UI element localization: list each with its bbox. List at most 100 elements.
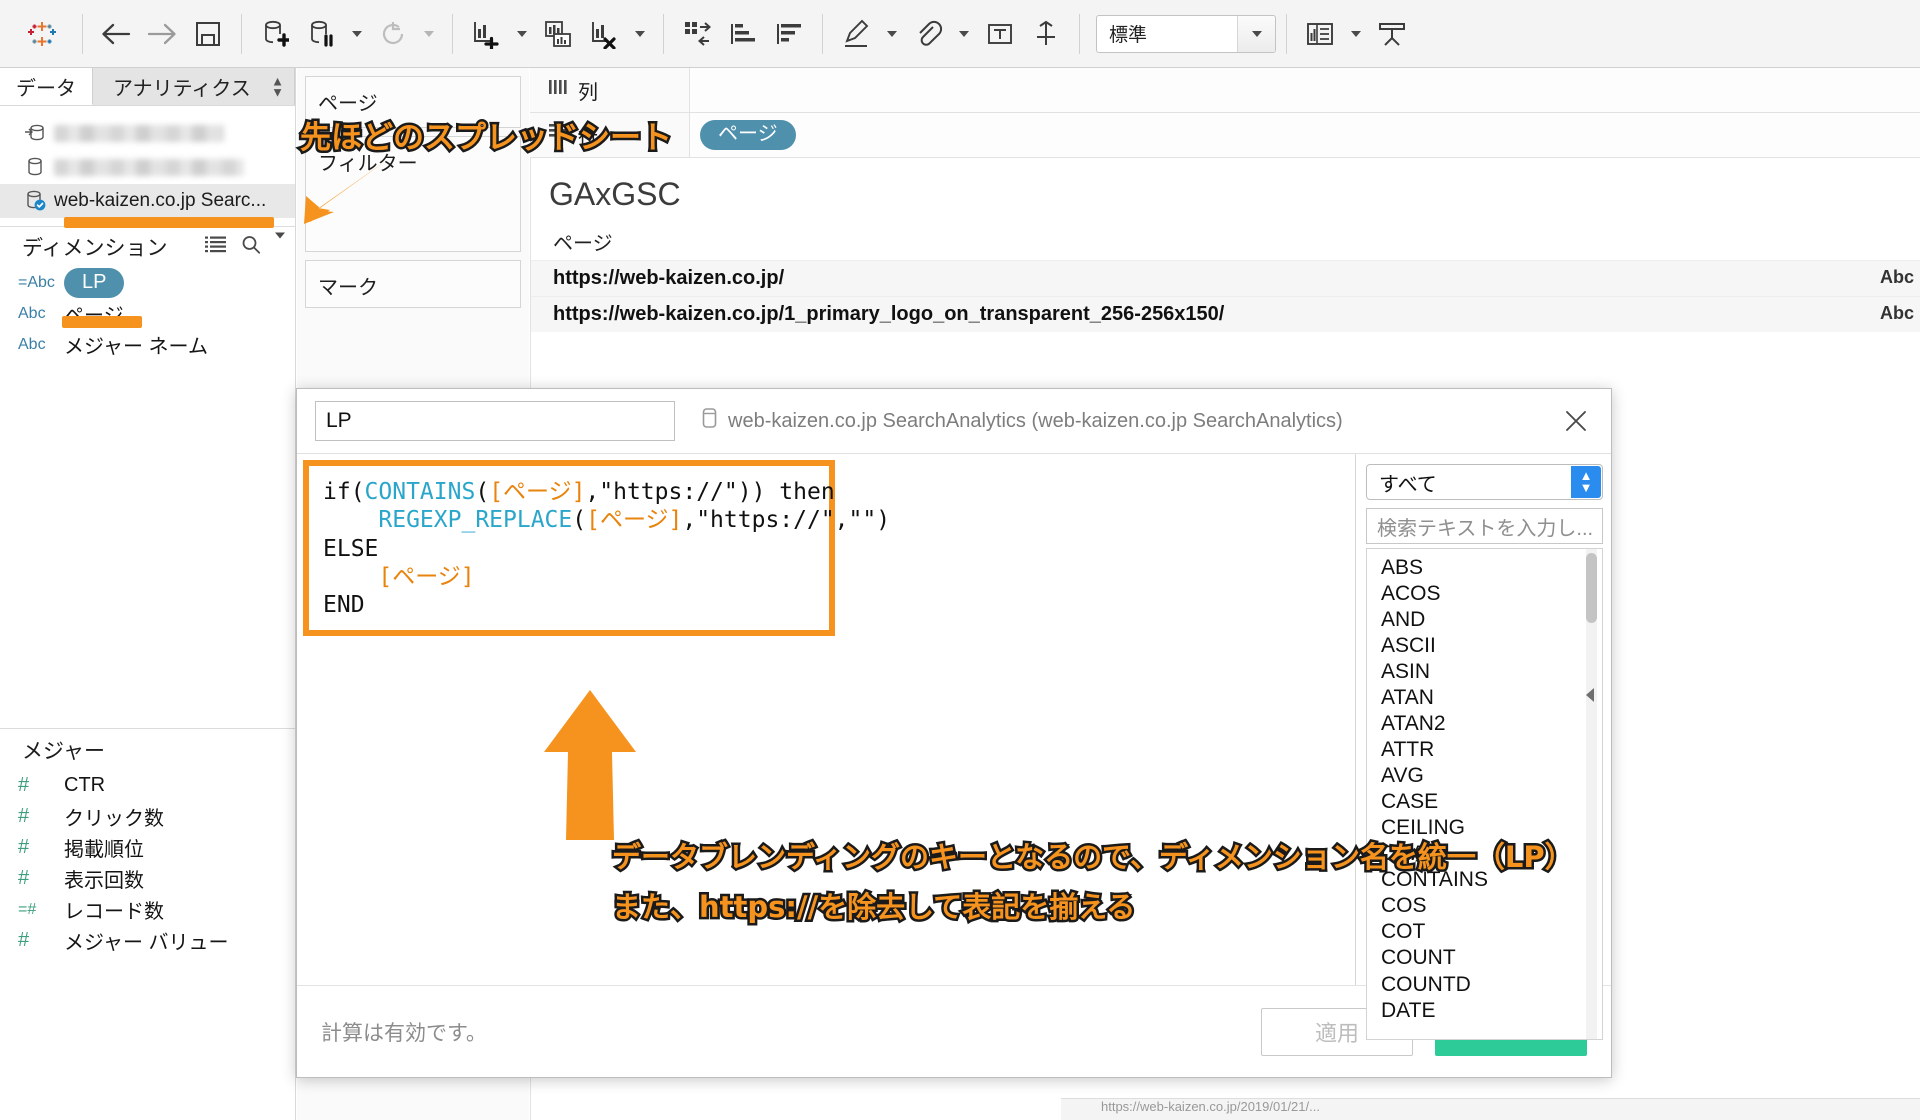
- toolbar-divider: [452, 13, 453, 54]
- function-list-item[interactable]: COS: [1381, 893, 1602, 919]
- show-me-icon[interactable]: [1297, 11, 1343, 57]
- function-list-item[interactable]: CASE: [1381, 789, 1602, 815]
- new-data-source-icon[interactable]: [252, 11, 298, 57]
- chevron-down-icon[interactable]: [1343, 11, 1369, 57]
- group-members-icon[interactable]: [905, 11, 951, 57]
- tab-analytics-label: アナリティクス: [113, 78, 251, 100]
- columns-shelf[interactable]: 列: [530, 68, 1920, 113]
- function-list-item[interactable]: ASIN: [1381, 659, 1602, 685]
- sort-toggle-icon[interactable]: ▲ ▼: [271, 74, 284, 99]
- measure-item-measure-values[interactable]: # メジャー バリュー: [0, 925, 295, 956]
- measure-item-position[interactable]: # 掲載順位: [0, 832, 295, 863]
- duplicate-sheet-icon[interactable]: [535, 11, 581, 57]
- dimension-item-lp[interactable]: =Abc LP: [0, 267, 295, 298]
- filters-shelf-label: フィルター: [318, 153, 418, 175]
- function-list[interactable]: ABS ACOS AND ASCII ASIN ATAN ATAN2 ATTR AVG CASE C…: [1366, 548, 1603, 1040]
- columns-shelf-label: 列: [578, 81, 598, 104]
- viz-row[interactable]: https://web-kaizen.co.jp/1_primary_logo_…: [531, 296, 1920, 332]
- data-source-item[interactable]: [0, 150, 295, 184]
- sort-ascending-icon[interactable]: [720, 11, 766, 57]
- chevron-down-icon[interactable]: [627, 11, 653, 57]
- function-list-item[interactable]: COUNTD: [1381, 972, 1602, 998]
- refresh-data-source-icon[interactable]: [370, 11, 416, 57]
- chevron-down-icon[interactable]: [1237, 15, 1275, 52]
- pages-shelf[interactable]: ページ: [305, 76, 521, 128]
- calc-field-name-input[interactable]: LP: [315, 401, 675, 441]
- function-list-scrollbar-thumb[interactable]: [1586, 553, 1597, 623]
- function-list-item[interactable]: AND: [1381, 607, 1602, 633]
- function-list-item[interactable]: CEILING: [1381, 815, 1602, 841]
- pause-data-source-icon[interactable]: [298, 11, 344, 57]
- undo-icon[interactable]: [93, 11, 139, 57]
- function-search-input[interactable]: 検索テキストを入力し...: [1366, 508, 1603, 544]
- rows-shelf-pill[interactable]: ページ: [700, 120, 796, 150]
- function-list-item[interactable]: ASCII: [1381, 633, 1602, 659]
- tab-data-label: データ: [16, 77, 76, 100]
- formula-token: [323, 507, 378, 533]
- shelves-top: 列 行 ページ: [530, 68, 1920, 158]
- function-list-item[interactable]: ATTR: [1381, 737, 1602, 763]
- measure-item-clicks[interactable]: # クリック数: [0, 801, 295, 832]
- formula-editor[interactable]: if(CONTAINS([ページ],"https://")) then REGE…: [303, 460, 890, 636]
- clear-sheet-icon[interactable]: [581, 11, 627, 57]
- dimension-item-page[interactable]: Abc ページ: [0, 298, 295, 329]
- field-type-label: #: [18, 774, 30, 796]
- highlight-icon[interactable]: [833, 11, 879, 57]
- fit-select-value: 標準: [1109, 25, 1148, 46]
- viz-bottom-row-partial: https://web-kaizen.co.jp/2019/01/21/...: [1061, 1098, 1920, 1120]
- measure-item-ctr[interactable]: # CTR: [0, 770, 295, 801]
- fix-axes-icon[interactable]: [1023, 11, 1069, 57]
- filters-shelf[interactable]: フィルター: [305, 136, 521, 252]
- show-labels-icon[interactable]: [977, 11, 1023, 57]
- function-list-item[interactable]: ABS: [1381, 555, 1602, 581]
- function-list-item[interactable]: DATE: [1381, 998, 1602, 1024]
- formula-line: if(CONTAINS([ページ],"https://")) then: [323, 478, 835, 506]
- presentation-mode-icon[interactable]: [1369, 11, 1415, 57]
- measure-label: クリック数: [64, 808, 164, 830]
- chevron-down-icon[interactable]: [344, 11, 370, 57]
- function-list-item[interactable]: ATAN2: [1381, 711, 1602, 737]
- function-list-item[interactable]: COT: [1381, 919, 1602, 945]
- field-type-label: #: [18, 867, 30, 889]
- columns-shelf-dropzone[interactable]: [690, 68, 1920, 112]
- fit-select[interactable]: 標準: [1096, 14, 1276, 53]
- function-list-item[interactable]: COUNT: [1381, 945, 1602, 971]
- tableau-logo-icon[interactable]: [12, 17, 72, 51]
- sort-descending-icon[interactable]: [766, 11, 812, 57]
- collapse-panel-icon[interactable]: [1583, 686, 1597, 709]
- function-list-item[interactable]: ACOS: [1381, 581, 1602, 607]
- redo-icon[interactable]: [139, 11, 185, 57]
- function-category-select[interactable]: すべて ▲ ▼: [1366, 464, 1603, 500]
- data-source-item-selected[interactable]: web-kaizen.co.jp Searc...: [0, 184, 295, 218]
- rows-shelf-dropzone[interactable]: ページ: [690, 113, 1920, 157]
- chevron-down-icon[interactable]: [951, 11, 977, 57]
- tab-analytics[interactable]: アナリティクス ▲ ▼: [93, 68, 295, 105]
- dimension-item-measure-names[interactable]: Abc メジャー ネーム: [0, 329, 295, 360]
- chevron-updown-icon[interactable]: ▲ ▼: [1571, 466, 1601, 498]
- viz-row[interactable]: https://web-kaizen.co.jp/ Abc: [531, 260, 1920, 296]
- measure-item-record-count[interactable]: =# レコード数: [0, 894, 295, 925]
- save-icon[interactable]: [185, 11, 231, 57]
- chevron-down-icon[interactable]: [275, 232, 285, 256]
- data-source-item[interactable]: [0, 116, 295, 150]
- swap-rows-columns-icon[interactable]: [674, 11, 720, 57]
- chevron-down-icon[interactable]: [509, 11, 535, 57]
- data-source-label-blurred: [54, 124, 224, 142]
- function-list-item[interactable]: CONTAINS: [1381, 867, 1602, 893]
- calc-dialog-header: LP web-kaizen.co.jp SearchAnalytics (web…: [297, 389, 1611, 453]
- field-type-label: #: [18, 836, 30, 858]
- function-list-item[interactable]: ATAN: [1381, 685, 1602, 711]
- close-icon[interactable]: [1559, 404, 1593, 438]
- chevron-down-icon[interactable]: [416, 11, 442, 57]
- marks-card[interactable]: マーク: [305, 260, 521, 308]
- function-list-item[interactable]: CHAR: [1381, 841, 1602, 867]
- toolbar-divider: [663, 13, 664, 54]
- rows-shelf[interactable]: 行 ページ: [530, 113, 1920, 158]
- search-icon[interactable]: [241, 235, 261, 260]
- group-by-folder-icon[interactable]: [205, 236, 227, 259]
- tab-data[interactable]: データ: [0, 68, 93, 105]
- chevron-down-icon[interactable]: [879, 11, 905, 57]
- function-list-item[interactable]: AVG: [1381, 763, 1602, 789]
- new-worksheet-icon[interactable]: [463, 11, 509, 57]
- measure-item-impressions[interactable]: # 表示回数: [0, 863, 295, 894]
